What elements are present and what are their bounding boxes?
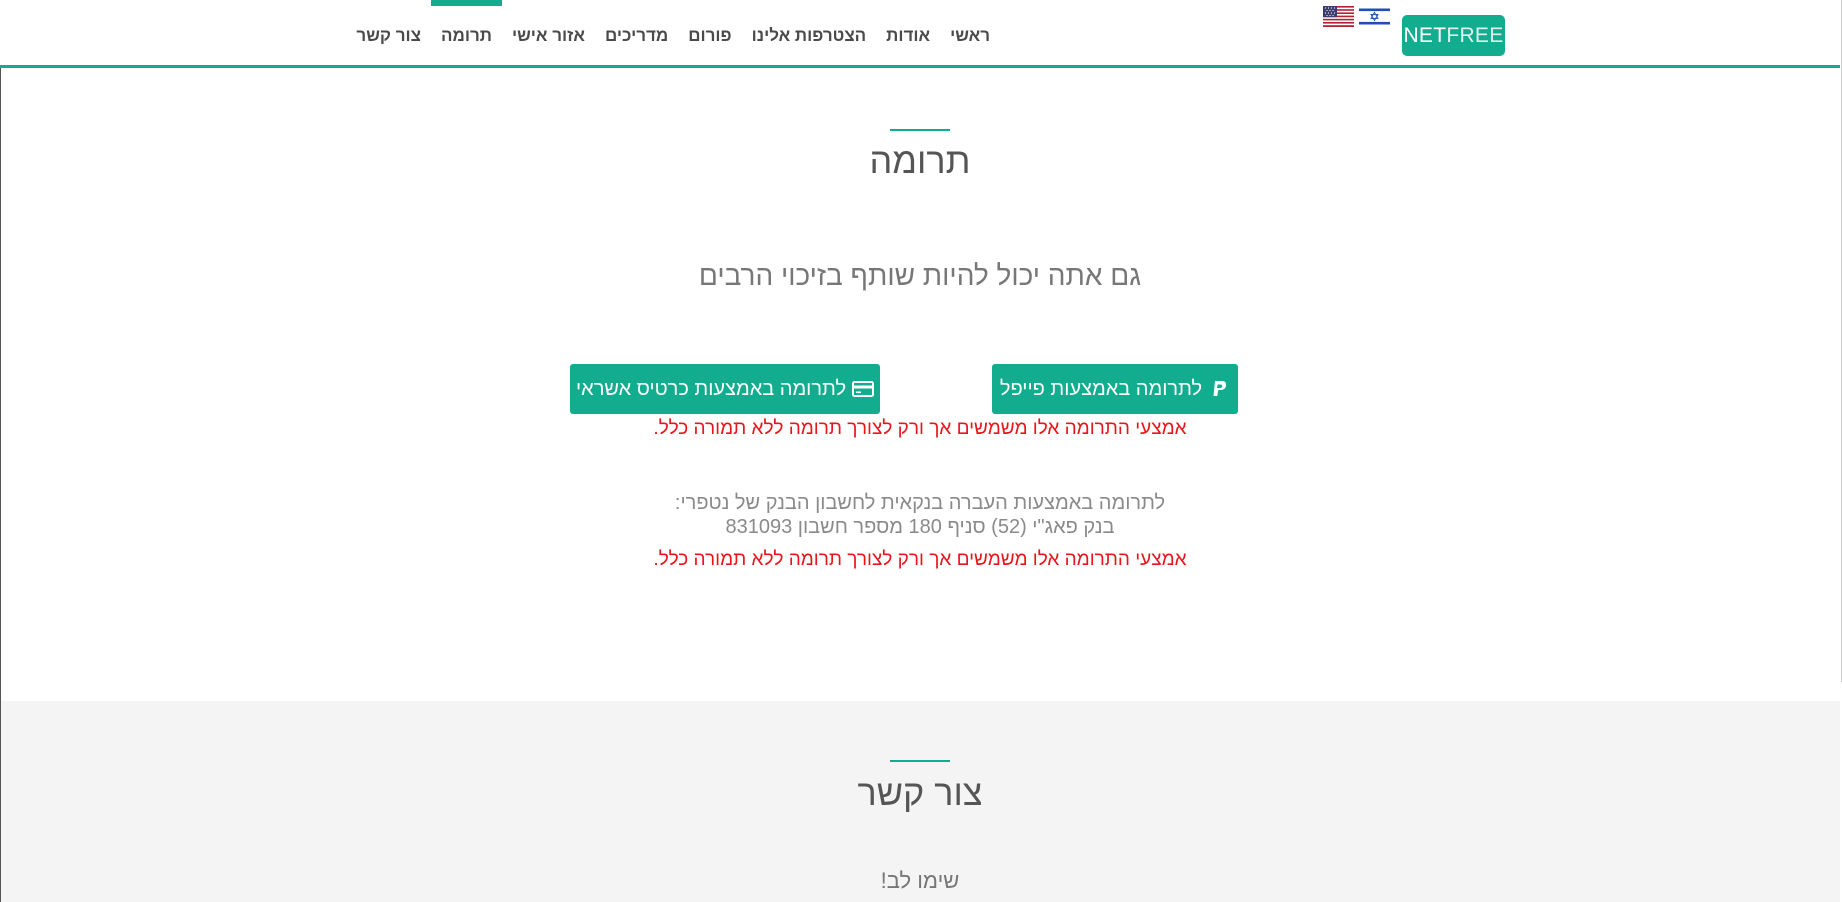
main-nav: ראשי אודות הצטרפות אלינו פורום מדריכים א… — [350, 0, 1000, 68]
bank-transfer-intro: לתרומה באמצעות העברה בנקאית לחשבון הבנק … — [674, 492, 1166, 514]
logo-text-free: FREE — [1446, 23, 1504, 47]
nav-item-about[interactable]: אודות — [876, 0, 940, 46]
netfree-logo[interactable]: NET FREE — [1402, 15, 1505, 56]
donation-title-divider — [890, 129, 950, 131]
language-switcher — [1323, 6, 1390, 27]
us-flag-icon[interactable] — [1323, 6, 1354, 27]
nav-item-donation[interactable]: תרומה — [431, 0, 502, 46]
donation-subtitle: גם אתה יכול להיות שותף בזיכוי הרבים — [698, 260, 1142, 291]
contact-notice: שימו לב! — [880, 868, 960, 893]
credit-card-button-label: לתרומה באמצעות כרטיס אשראי — [575, 377, 847, 400]
donation-warning: אמצעי התרומה אלו משמשים אך ורק לצורך תרו… — [653, 418, 1187, 439]
credit-card-donate-button[interactable]: לתרומה באמצעות כרטיס אשראי — [570, 364, 880, 414]
bank-transfer-warning: אמצעי התרומה אלו משמשים אך ורק לצורך תרו… — [653, 549, 1187, 570]
nav-item-forum[interactable]: פורום — [678, 0, 741, 46]
nav-item-home[interactable]: ראשי — [940, 0, 1000, 46]
credit-card-icon — [852, 378, 875, 400]
logo-text-net: NET — [1403, 23, 1447, 47]
israel-flag-icon[interactable] — [1359, 6, 1390, 27]
contact-title: צור קשר — [857, 772, 983, 813]
nav-item-contact[interactable]: צור קשר — [346, 0, 431, 46]
paypal-icon — [1208, 378, 1230, 400]
nav-item-guides[interactable]: מדריכים — [595, 0, 678, 46]
paypal-button-label: לתרומה באמצעות פייפל — [999, 377, 1203, 400]
site-header: ראשי אודות הצטרפות אלינו פורום מדריכים א… — [0, 0, 1840, 68]
nav-item-join[interactable]: הצטרפות אלינו — [742, 0, 877, 46]
page-title: תרומה — [869, 140, 971, 181]
contact-title-divider — [890, 760, 950, 762]
paypal-donate-button[interactable]: לתרומה באמצעות פייפל — [992, 364, 1238, 414]
bank-account-details: בנק פאג"י (52) סניף 180 מספר חשבון 83109… — [725, 516, 1115, 538]
nav-item-personal-area[interactable]: אזור אישי — [502, 0, 595, 46]
